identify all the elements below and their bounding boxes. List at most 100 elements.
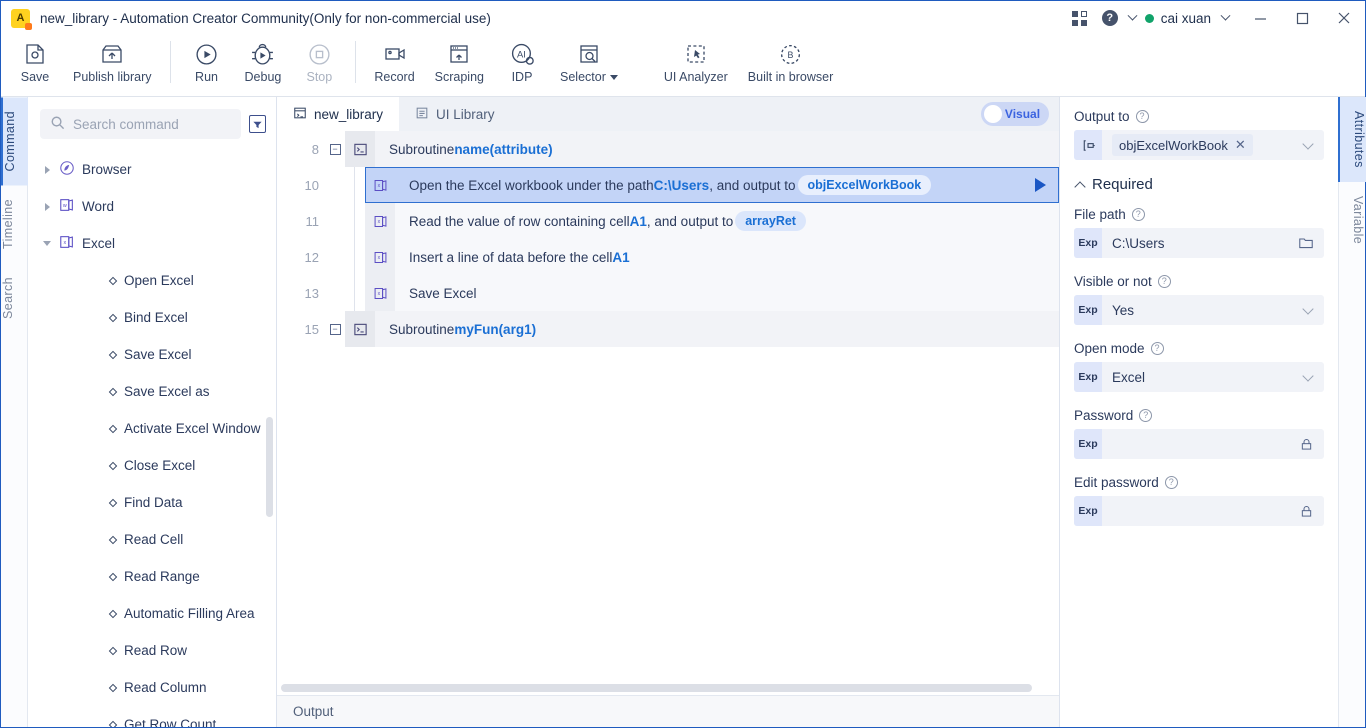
help-icon[interactable]: ? [1131,208,1145,221]
ui-analyzer-icon [684,39,708,69]
command-label: Bind Excel [124,310,188,325]
command-item-save-excel-as[interactable]: Save Excel as [28,373,276,410]
exp-tag[interactable]: Exp [1074,228,1102,258]
scroll-thumb[interactable] [281,684,1032,692]
command-label: Open Excel [124,273,194,288]
flow-row-save-excel[interactable]: 13 x Save Excel [277,275,1059,311]
folder-icon[interactable] [1298,235,1314,251]
ui-analyzer-button[interactable]: UI Analyzer [654,35,738,93]
flow-row-open-excel[interactable]: 10 x Open the Excel workbook under the p… [277,167,1059,203]
user-menu[interactable]: cai xuan [1139,10,1239,26]
command-item-get-row-count[interactable]: Get Row Count [28,706,276,727]
command-item-read-cell[interactable]: Read Cell [28,521,276,558]
file-path-value[interactable]: C:\Users [1102,236,1298,251]
tree-group-browser[interactable]: Browser [28,151,276,188]
edit-password-field[interactable]: Exp [1074,496,1324,526]
command-panel: Browser w Word [28,97,277,727]
command-item-read-column[interactable]: Read Column [28,669,276,706]
tab-new-library[interactable]: new_library [277,97,400,131]
run-button[interactable]: Run [179,35,235,93]
close-icon[interactable]: ✕ [1235,137,1246,153]
command-item-bind-excel[interactable]: Bind Excel [28,299,276,336]
command-item-close-excel[interactable]: Close Excel [28,447,276,484]
command-item-automatic-filling-area[interactable]: Automatic Filling Area [28,595,276,632]
command-label: Read Row [124,643,188,658]
apps-grid-icon[interactable] [1063,1,1097,35]
output-to-field[interactable]: objExcelWorkBook ✕ [1074,130,1324,160]
variable-chip[interactable]: objExcelWorkBook ✕ [1112,134,1253,156]
command-tree-scrollbar[interactable] [266,417,273,517]
filter-dropdown-icon[interactable] [249,115,266,133]
chevron-down-icon[interactable] [1302,137,1314,150]
help-icon[interactable]: ? [1097,1,1123,35]
debug-button[interactable]: Debug [235,35,292,93]
command-item-open-excel[interactable]: Open Excel [28,262,276,299]
output-panel-header[interactable]: Output [277,695,1059,727]
exp-tag[interactable]: Exp [1074,362,1102,392]
flow-row-read-row[interactable]: 11 x Read the value of row containing ce… [277,203,1059,239]
fold-toggle[interactable]: − [325,131,345,167]
record-button[interactable]: Record [364,35,424,93]
word-icon: w [59,197,75,216]
lock-icon[interactable] [1299,437,1314,452]
lock-icon[interactable] [1299,504,1314,519]
publish-library-button[interactable]: Publish library [63,35,162,93]
diamond-icon [108,609,118,618]
rail-tab-search[interactable]: Search [1,263,27,333]
command-item-activate-excel-window[interactable]: Activate Excel Window [28,410,276,447]
flow-row-insert-line[interactable]: 12 x Insert a line of data before the ce… [277,239,1059,275]
required-section-header[interactable]: Required [1074,176,1324,193]
line-number: 13 [304,285,319,301]
minimize-button[interactable] [1239,1,1281,35]
rail-tab-variable[interactable]: Variable [1339,182,1365,258]
selector-button[interactable]: Selector [550,35,628,93]
help-icon[interactable]: ? [1164,476,1178,489]
rail-tab-attributes[interactable]: Attributes [1338,97,1366,182]
exp-tag[interactable]: Exp [1074,496,1102,526]
idp-button[interactable]: AI IDP [494,35,550,93]
visual-toggle[interactable]: Visual [981,102,1049,126]
output-variable-chip[interactable]: arrayRet [735,211,806,231]
exp-tag[interactable]: Exp [1074,295,1102,325]
help-dropdown-icon[interactable] [1123,1,1139,35]
run-step-icon[interactable] [1035,178,1046,192]
visible-or-not-field[interactable]: Exp Yes [1074,295,1324,325]
flow-row-subroutine-name[interactable]: 8 − Subroutine name(attribute) [277,131,1059,167]
command-item-read-range[interactable]: Read Range [28,558,276,595]
tree-group-excel[interactable]: x Excel [28,225,276,262]
help-icon[interactable]: ? [1135,110,1149,123]
command-item-save-excel[interactable]: Save Excel [28,336,276,373]
scraping-button[interactable]: Scraping [425,35,494,93]
search-box[interactable] [40,109,242,139]
rail-tab-command[interactable]: Command [1,97,28,186]
visible-or-not-value[interactable]: Yes [1102,303,1304,318]
tree-group-word[interactable]: w Word [28,188,276,225]
help-icon[interactable]: ? [1157,275,1171,288]
fold-toggle[interactable]: − [325,311,345,347]
command-item-find-data[interactable]: Find Data [28,484,276,521]
field-label: Edit password [1074,475,1159,490]
search-input[interactable] [73,116,232,132]
open-mode-field[interactable]: Exp Excel [1074,362,1324,392]
maximize-button[interactable] [1281,1,1323,35]
output-variable-chip[interactable]: objExcelWorkBook [797,175,932,195]
close-button[interactable] [1323,1,1365,35]
exp-tag[interactable]: Exp [1074,429,1102,459]
chevron-down-icon[interactable] [1302,302,1314,315]
collapse-icon: − [329,323,341,335]
editor-hscrollbar[interactable] [277,681,1059,695]
password-field[interactable]: Exp [1074,429,1324,459]
tab-ui-library[interactable]: UI Library [399,97,511,131]
built-in-browser-button[interactable]: B Built in browser [738,35,843,93]
help-icon[interactable]: ? [1139,409,1153,422]
help-icon[interactable]: ? [1150,342,1164,355]
chevron-down-icon[interactable] [1302,369,1314,382]
save-button[interactable]: Save [7,35,63,93]
field-label: File path [1074,207,1126,222]
file-path-field[interactable]: Exp C:\Users [1074,228,1324,258]
rail-tab-timeline[interactable]: Timeline [1,185,27,263]
flow-row-subroutine-myfun[interactable]: 15 − Subroutine myFun(arg1) [277,311,1059,347]
command-item-read-row[interactable]: Read Row [28,632,276,669]
open-mode-value[interactable]: Excel [1102,370,1304,385]
